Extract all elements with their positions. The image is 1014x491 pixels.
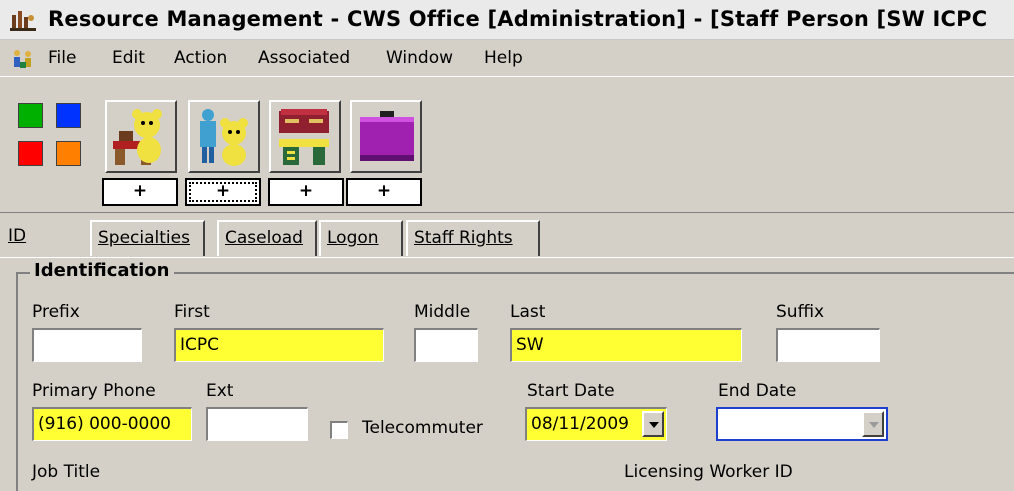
people-icon[interactable]: [10, 48, 36, 70]
teddy-bear-desk-icon: [113, 109, 162, 165]
person-with-teddy-bear-button[interactable]: [188, 100, 260, 173]
window-title: Resource Management - CWS Office [Admini…: [48, 7, 988, 31]
teddy-bear-desk-button[interactable]: [105, 100, 177, 173]
menu-help[interactable]: Help: [484, 48, 523, 68]
prefix-field[interactable]: [32, 328, 142, 362]
add-button-2[interactable]: +: [185, 178, 261, 206]
cabinet-and-desk-icon: [279, 109, 329, 165]
app-logo-icon: [10, 11, 36, 31]
tab-strip: ID Specialties Caseload Logon Staff Righ…: [0, 214, 1014, 258]
ext-field[interactable]: [206, 407, 308, 441]
middle-name-label: Middle: [414, 302, 471, 322]
suffix-label: Suffix: [776, 302, 825, 322]
identification-legend: Identification: [30, 260, 174, 281]
chevron-down-icon: [869, 422, 879, 428]
green-square-button[interactable]: [18, 103, 43, 128]
add-button-3[interactable]: +: [268, 178, 344, 206]
first-name-field[interactable]: ICPC: [174, 328, 384, 362]
telecommuter-checkbox[interactable]: [330, 421, 348, 439]
blue-square-button[interactable]: [56, 103, 81, 128]
tab-logon-label: Logon: [327, 228, 379, 248]
primary-phone-label: Primary Phone: [32, 381, 156, 401]
start-date-combo[interactable]: 08/11/2009: [525, 407, 667, 441]
suffix-field[interactable]: [776, 328, 880, 362]
prefix-label: Prefix: [32, 302, 80, 322]
person-with-teddy-bear-icon: [200, 109, 248, 166]
tab-id[interactable]: ID: [2, 220, 90, 256]
toolbar: + + + +: [0, 76, 1014, 213]
tab-specialties[interactable]: Specialties: [90, 220, 205, 256]
end-date-combo[interactable]: [716, 407, 888, 441]
tab-logon[interactable]: Logon: [319, 220, 403, 256]
add-button-1[interactable]: +: [102, 178, 178, 206]
chevron-down-icon: [649, 422, 659, 428]
job-title-label: Job Title: [32, 462, 101, 482]
menu-window[interactable]: Window: [386, 48, 453, 68]
last-name-field[interactable]: SW: [510, 328, 742, 362]
cabinet-and-desk-button[interactable]: [269, 100, 341, 173]
middle-name-field[interactable]: [414, 328, 478, 362]
licensing-worker-id-label: Licensing Worker ID: [624, 462, 793, 482]
title-bar: Resource Management - CWS Office [Admini…: [0, 0, 1014, 40]
orange-square-button[interactable]: [56, 141, 81, 166]
end-date-label: End Date: [718, 381, 797, 401]
ext-label: Ext: [206, 381, 234, 401]
add-button-4[interactable]: +: [346, 178, 422, 206]
telecommuter-label: Telecommuter: [362, 418, 483, 438]
tab-caseload-label: Caseload: [225, 228, 303, 248]
tab-id-label: ID: [8, 226, 27, 246]
tab-staff-rights[interactable]: Staff Rights: [406, 220, 540, 256]
primary-phone-field[interactable]: (916) 000-0000: [32, 407, 192, 441]
tab-caseload[interactable]: Caseload: [217, 220, 317, 256]
purple-folder-button[interactable]: [350, 100, 422, 173]
menu-bar: File Edit Action Associated Window Help: [0, 40, 1014, 76]
menu-edit[interactable]: Edit: [112, 48, 145, 68]
identification-panel: Identification Prefix First ICPC Middle …: [0, 258, 1014, 491]
start-date-dropdown-button[interactable]: [642, 411, 664, 437]
menu-file[interactable]: File: [48, 48, 76, 68]
start-date-value: 08/11/2009: [531, 414, 629, 434]
menu-associated[interactable]: Associated: [258, 48, 350, 68]
tab-staff-rights-label: Staff Rights: [414, 228, 513, 248]
red-square-button[interactable]: [18, 141, 43, 166]
start-date-label: Start Date: [527, 381, 615, 401]
tab-specialties-label: Specialties: [98, 228, 190, 248]
last-name-label: Last: [510, 302, 546, 322]
menu-action[interactable]: Action: [174, 48, 227, 68]
purple-folder-icon: [360, 111, 414, 161]
first-name-label: First: [174, 302, 210, 322]
end-date-dropdown-button[interactable]: [862, 411, 884, 437]
